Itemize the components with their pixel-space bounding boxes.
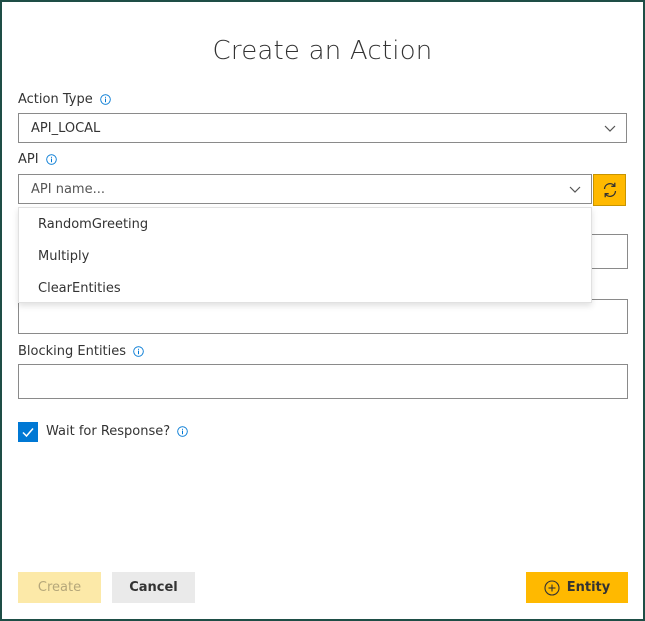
add-entity-label: Entity bbox=[566, 580, 611, 595]
api-dropdown-list: RandomGreeting Multiply ClearEntities bbox=[18, 207, 592, 303]
api-label-row: API bbox=[18, 152, 57, 167]
cancel-button[interactable]: Cancel bbox=[112, 572, 195, 603]
info-icon[interactable] bbox=[45, 154, 57, 165]
info-icon[interactable] bbox=[177, 426, 188, 437]
create-button[interactable]: Create bbox=[18, 572, 101, 603]
chevron-down-icon bbox=[604, 125, 616, 132]
api-select[interactable]: API name... bbox=[18, 174, 592, 204]
action-type-label-row: Action Type bbox=[18, 92, 111, 107]
refresh-icon bbox=[603, 182, 616, 198]
chevron-down-icon bbox=[569, 186, 581, 193]
api-option-clearentities[interactable]: ClearEntities bbox=[38, 281, 121, 296]
add-entity-button[interactable]: Entity bbox=[526, 572, 628, 603]
blocking-entities-label-row: Blocking Entities bbox=[18, 344, 144, 359]
api-placeholder: API name... bbox=[31, 182, 105, 197]
action-type-value: API_LOCAL bbox=[31, 121, 101, 136]
api-label: API bbox=[18, 152, 39, 167]
plus-circle-icon bbox=[544, 579, 560, 596]
api-option-multiply[interactable]: Multiply bbox=[38, 249, 89, 264]
required-entities-field[interactable] bbox=[18, 299, 628, 334]
refresh-api-button[interactable] bbox=[593, 174, 626, 206]
action-type-label: Action Type bbox=[18, 92, 93, 107]
dialog-title: Create an Action bbox=[212, 36, 433, 66]
action-type-select[interactable]: API_LOCAL bbox=[18, 113, 627, 143]
wait-for-response-label-row: Wait for Response? bbox=[46, 424, 188, 439]
blocking-entities-label: Blocking Entities bbox=[18, 344, 127, 359]
wait-for-response-label: Wait for Response? bbox=[46, 424, 171, 439]
checkmark-icon bbox=[22, 428, 34, 438]
info-icon[interactable] bbox=[99, 94, 111, 105]
info-icon[interactable] bbox=[133, 346, 144, 357]
blocking-entities-field[interactable] bbox=[18, 364, 628, 399]
api-option-randomgreeting[interactable]: RandomGreeting bbox=[38, 217, 148, 232]
create-action-dialog: Create an Action Action Type API_LOCAL A… bbox=[0, 0, 645, 621]
wait-for-response-checkbox[interactable] bbox=[18, 422, 38, 442]
